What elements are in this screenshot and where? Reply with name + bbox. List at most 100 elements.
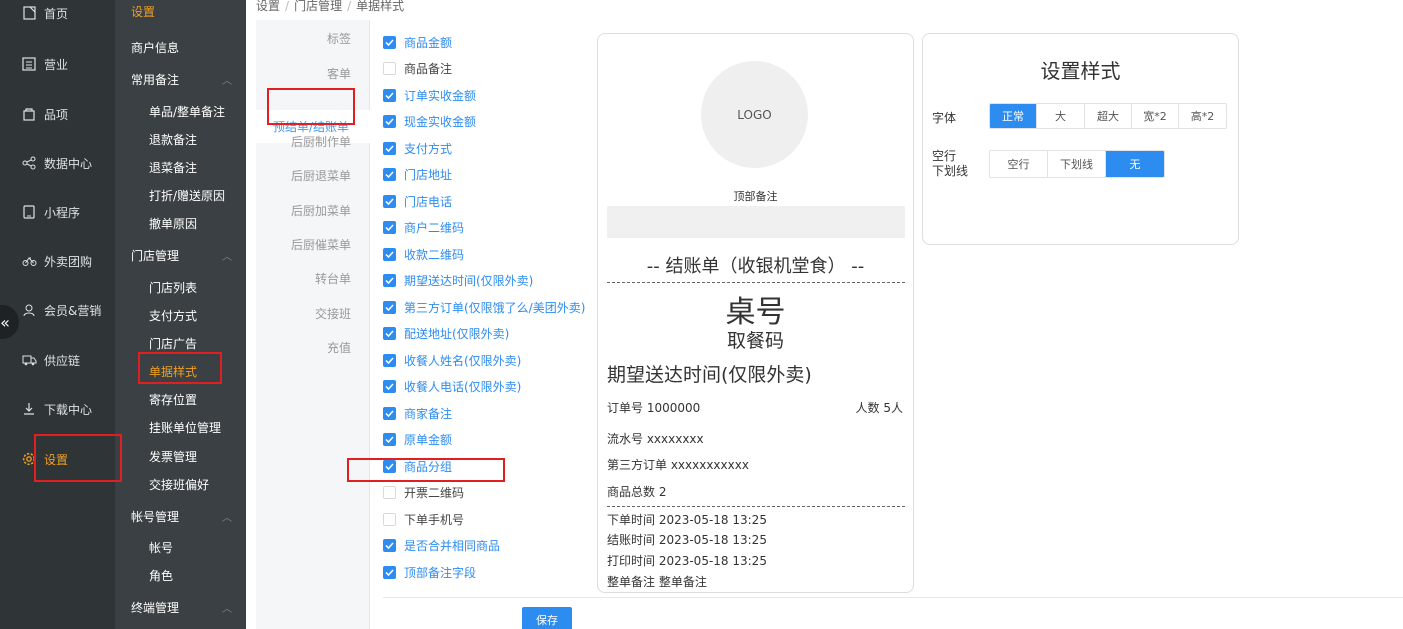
sub-nav-item[interactable]: 寄存位置 (115, 386, 246, 412)
checkbox-checked-icon[interactable] (383, 300, 396, 314)
field-option-label: 商品备注 (404, 61, 453, 76)
nav-takeout[interactable]: 外卖团购 (0, 246, 115, 276)
checkbox-checked-icon[interactable] (383, 538, 396, 552)
font-option-xlarge[interactable]: 超大 (1085, 104, 1132, 128)
tab-recharge[interactable]: 充值 (327, 339, 351, 356)
field-option[interactable]: 开票二维码 (383, 482, 464, 502)
user-icon (21, 302, 37, 318)
field-option[interactable]: 是否合并相同商品 (383, 535, 500, 555)
checkbox-unchecked-icon[interactable] (383, 61, 396, 75)
checkbox-checked-icon[interactable] (383, 459, 396, 473)
nav-home[interactable]: 首页 (0, 0, 115, 28)
checkbox-checked-icon[interactable] (383, 35, 396, 49)
sub-nav-item[interactable]: 角色 (115, 562, 246, 588)
checkbox-checked-icon[interactable] (383, 114, 396, 128)
blank-option-none[interactable]: 无 (1106, 151, 1164, 177)
tab-kitchen-make[interactable]: 后厨制作单 (291, 133, 351, 150)
nav-data-center[interactable]: 数据中心 (0, 148, 115, 178)
font-option-wide2[interactable]: 宽*2 (1132, 104, 1179, 128)
blank-option-underline[interactable]: 下划线 (1048, 151, 1106, 177)
sub-nav-group-terminal[interactable]: 终端管理 ︿ (115, 594, 246, 620)
sub-nav-group-account[interactable]: 帐号管理 ︿ (115, 503, 246, 529)
tab-kitchen-add[interactable]: 后厨加菜单 (291, 202, 351, 219)
field-option[interactable]: 收款二维码 (383, 244, 464, 264)
field-option[interactable]: 订单实收金额 (383, 85, 476, 105)
checkbox-checked-icon[interactable] (383, 406, 396, 420)
sub-nav-merchant-info[interactable]: 商户信息 (115, 34, 246, 60)
font-option-normal[interactable]: 正常 (990, 104, 1037, 128)
field-option[interactable]: 原单金额 (383, 429, 452, 449)
font-label: 字体 (932, 111, 957, 125)
nav-items[interactable]: 品项 (0, 99, 115, 129)
font-option-large[interactable]: 大 (1037, 104, 1085, 128)
checkbox-unchecked-icon[interactable] (383, 485, 396, 499)
field-option[interactable]: 门店地址 (383, 164, 452, 184)
checkbox-checked-icon[interactable] (383, 326, 396, 340)
checkbox-checked-icon[interactable] (383, 88, 396, 102)
sub-nav-item[interactable]: 支付方式 (115, 302, 246, 328)
checkbox-checked-icon[interactable] (383, 353, 396, 367)
field-option[interactable]: 收餐人姓名(仅限外卖) (383, 350, 521, 370)
tab-customer[interactable]: 客单 (327, 65, 351, 82)
tab-label[interactable]: 标签 (327, 30, 351, 47)
font-option-tall2[interactable]: 高*2 (1179, 104, 1226, 128)
sub-nav-item[interactable]: 帐号 (115, 534, 246, 560)
checkbox-unchecked-icon[interactable] (383, 512, 396, 526)
field-option[interactable]: 收餐人电话(仅限外卖) (383, 376, 521, 396)
blank-option-blank[interactable]: 空行 (990, 151, 1048, 177)
field-option[interactable]: 顶部备注字段 (383, 562, 476, 582)
sub-nav-item[interactable]: 门店广告 (115, 330, 246, 356)
nav-business[interactable]: 营业 (0, 49, 115, 79)
nav-supply[interactable]: 供应链 (0, 345, 115, 375)
sub-nav-item-receipt-style[interactable]: 单据样式 (115, 358, 246, 384)
field-option[interactable]: 商家备注 (383, 403, 452, 423)
tab-shift-handover[interactable]: 交接班 (315, 305, 351, 322)
checkbox-checked-icon[interactable] (383, 220, 396, 234)
checkbox-checked-icon[interactable] (383, 565, 396, 579)
nav-miniprogram[interactable]: 小程序 (0, 197, 115, 227)
checkbox-checked-icon[interactable] (383, 194, 396, 208)
sub-nav-item[interactable]: 退菜备注 (115, 154, 246, 180)
sub-nav-item[interactable]: 打折/赠送原因 (115, 182, 246, 208)
field-option[interactable]: 第三方订单(仅限饿了么/美团外卖) (383, 297, 585, 317)
field-option-label: 现金实收金额 (404, 114, 477, 129)
chevron-up-icon: ︿ (222, 603, 232, 615)
field-option[interactable]: 下单手机号 (383, 509, 464, 529)
checkbox-checked-icon[interactable] (383, 273, 396, 287)
sub-nav-item[interactable]: 交接班偏好 (115, 471, 246, 497)
field-option[interactable]: 商品分组 (383, 456, 452, 476)
nav-home-label: 首页 (44, 6, 69, 21)
field-option[interactable]: 门店电话 (383, 191, 452, 211)
sub-nav-item[interactable]: 发票管理 (115, 443, 246, 469)
tab-transfer-table[interactable]: 转台单 (315, 270, 351, 287)
field-option-label: 是否合并相同商品 (404, 538, 501, 553)
checkbox-checked-icon[interactable] (383, 379, 396, 393)
sub-nav-item[interactable]: 退款备注 (115, 126, 246, 152)
sub-nav-item[interactable]: 挂账单位管理 (115, 414, 246, 440)
field-option[interactable]: 商品备注 (383, 58, 452, 78)
sub-nav-item[interactable]: 撤单原因 (115, 210, 246, 236)
sub-nav-group-common-notes[interactable]: 常用备注 ︿ (115, 66, 246, 92)
checkbox-checked-icon[interactable] (383, 432, 396, 446)
field-option[interactable]: 配送地址(仅限外卖) (383, 323, 509, 343)
tab-kitchen-urge[interactable]: 后厨催菜单 (291, 236, 351, 253)
field-option[interactable]: 期望送达时间(仅限外卖) (383, 270, 533, 290)
field-option[interactable]: 支付方式 (383, 138, 452, 158)
field-option[interactable]: 现金实收金额 (383, 111, 476, 131)
save-button[interactable]: 保存 (522, 607, 572, 629)
field-option[interactable]: 商户二维码 (383, 217, 464, 237)
nav-download[interactable]: 下载中心 (0, 394, 115, 424)
checkbox-checked-icon[interactable] (383, 167, 396, 181)
tab-kitchen-return[interactable]: 后厨退菜单 (291, 167, 351, 184)
sub-nav-item[interactable]: 门店列表 (115, 274, 246, 300)
receipt-preview: LOGO 顶部备注 -- 结账单（收银机堂食） -- 桌号 取餐码 期望送达时间… (597, 33, 914, 593)
field-option[interactable]: 商品金额 (383, 32, 452, 52)
sub-nav-item[interactable]: 单品/整单备注 (115, 98, 246, 124)
breadcrumb-item[interactable]: 门店管理 (294, 0, 342, 13)
grid-icon (21, 56, 37, 72)
checkbox-checked-icon[interactable] (383, 247, 396, 261)
nav-settings[interactable]: 设置 (0, 444, 115, 474)
checkbox-checked-icon[interactable] (383, 141, 396, 155)
sub-nav-group-store[interactable]: 门店管理 ︿ (115, 242, 246, 268)
breadcrumb-item[interactable]: 设置 (256, 0, 280, 13)
